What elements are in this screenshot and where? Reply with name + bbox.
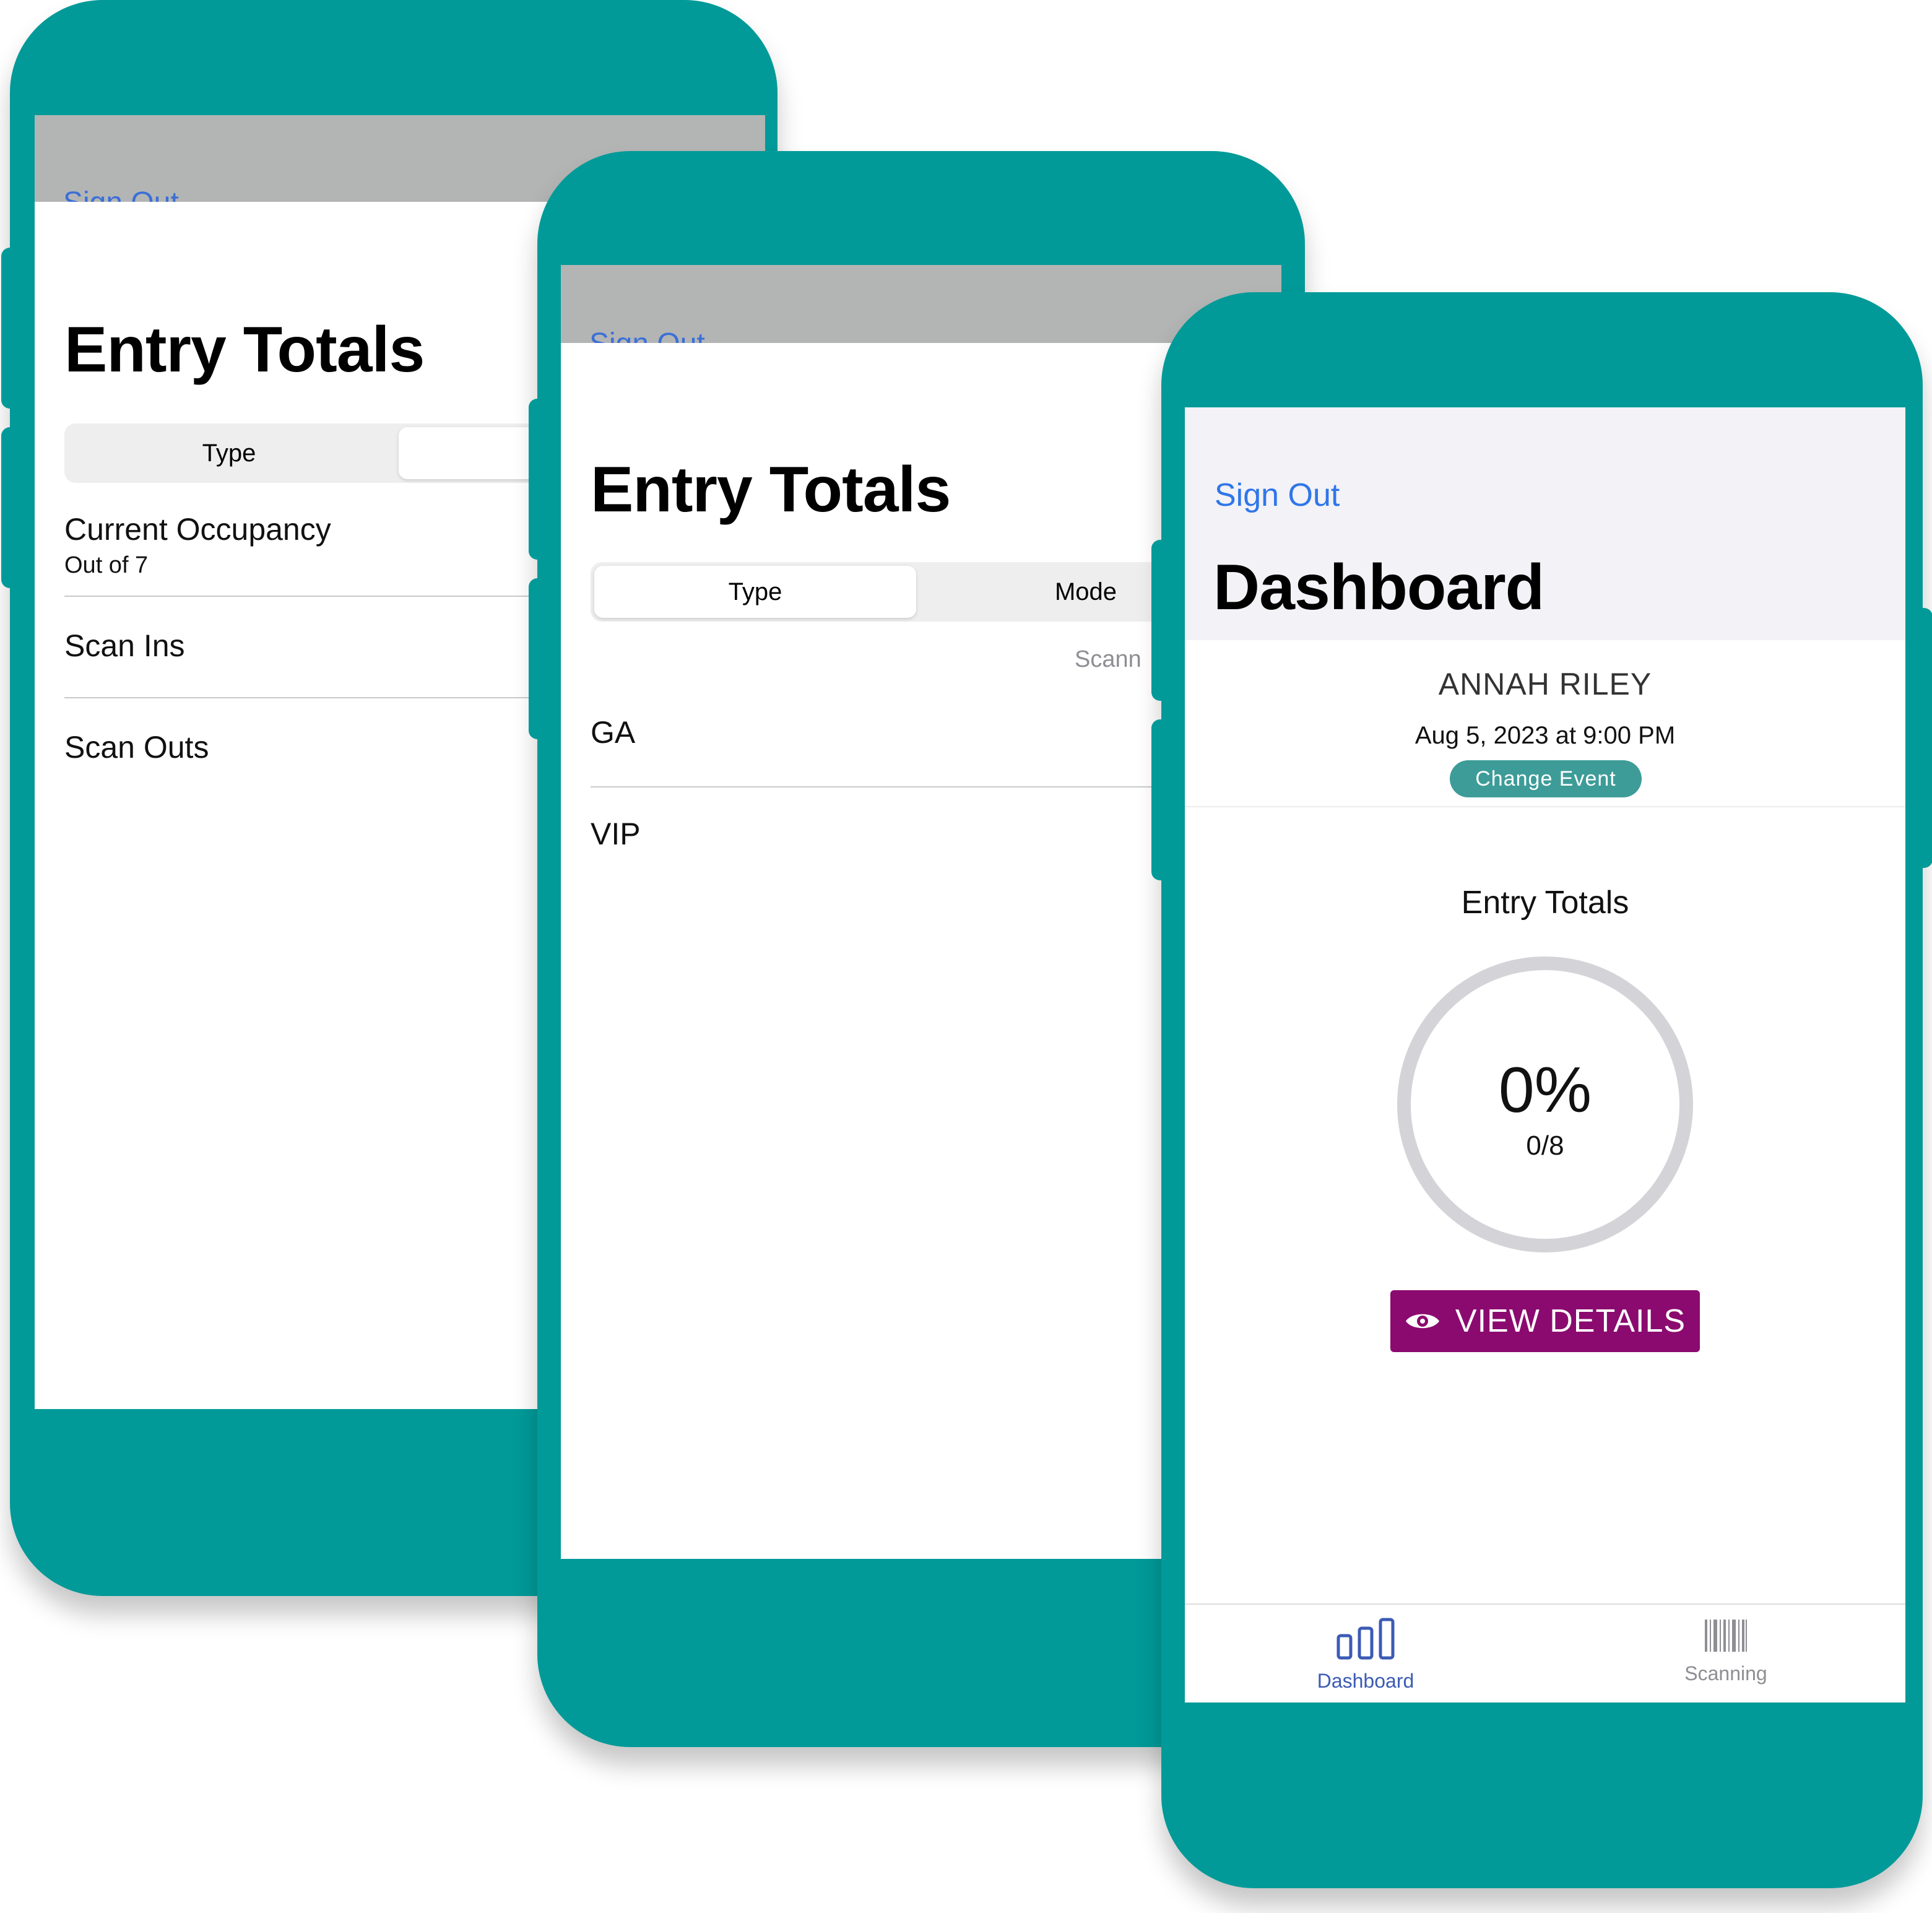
side-button [1,248,20,409]
front-phone-screen: Sign Out Dashboard ANNAH RILEY Aug 5, 20… [1185,407,1905,1703]
front-phone: Sign Out Dashboard ANNAH RILEY Aug 5, 20… [1151,292,1932,1888]
side-button [1,427,20,588]
row-sublabel: Out of 7 [64,552,149,578]
change-event-button[interactable]: Change Event [1450,760,1642,797]
row-label: Scan Outs [64,730,209,765]
gauge-percent: 0% [1498,1054,1592,1126]
page-title: Dashboard [1213,552,1544,623]
side-button [1914,608,1932,868]
row-label: Current Occupancy [64,512,331,547]
barcode-icon [1705,1620,1747,1652]
segment-type[interactable]: Type [68,427,390,479]
side-button [529,399,547,560]
gauge-count: 0/8 [1526,1130,1564,1161]
bar-chart-icon [1336,1618,1395,1660]
section-divider [1185,806,1905,807]
row-label: GA [591,715,636,750]
view-details-label: VIEW DETAILS [1455,1303,1686,1339]
eye-icon [1405,1314,1439,1329]
tab-scanning[interactable]: Scanning [1633,1617,1819,1685]
side-button [1151,719,1170,880]
event-date: Aug 5, 2023 at 9:00 PM [1414,722,1676,749]
column-header: Scann [1075,646,1141,672]
tab-label: Dashboard [1317,1670,1414,1692]
row-label: Scan Ins [64,628,185,663]
segment-type[interactable]: Type [594,566,916,618]
user-name: ANNAH RILEY [1438,667,1652,701]
tab-label: Scanning [1684,1662,1767,1685]
dashboard-header: Sign Out Dashboard [1185,407,1905,640]
view-details-button[interactable]: VIEW DETAILS [1390,1290,1700,1352]
side-button [529,578,547,739]
entry-totals-heading: Entry Totals [1461,885,1629,921]
sign-out-link[interactable]: Sign Out [1215,477,1340,514]
side-button [1151,540,1170,701]
tab-bar: Dashboard Scanning [1185,1603,1905,1703]
sheet-title: Entry Totals [64,314,425,386]
sheet-title: Entry Totals [591,454,951,526]
tab-dashboard[interactable]: Dashboard [1273,1617,1458,1693]
row-label: VIP [591,817,641,851]
